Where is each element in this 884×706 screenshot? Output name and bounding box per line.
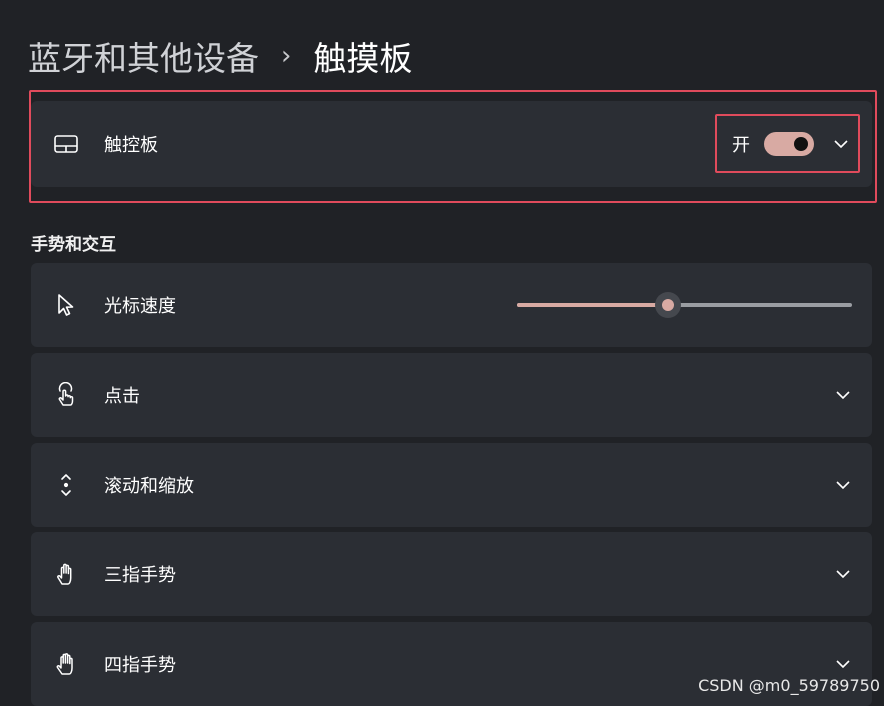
three-finger-label: 三指手势 xyxy=(104,565,176,586)
tap-card[interactable]: 点击 xyxy=(31,353,872,437)
cursor-speed-slider[interactable] xyxy=(517,292,852,318)
cursor-speed-label: 光标速度 xyxy=(104,296,176,317)
slider-fill xyxy=(517,303,668,307)
page-title: 触摸板 xyxy=(313,39,413,78)
touchpad-label: 触控板 xyxy=(104,135,158,156)
chevron-down-icon[interactable] xyxy=(834,476,852,494)
three-finger-icon xyxy=(53,561,79,587)
touchpad-icon xyxy=(53,131,79,157)
slider-thumb[interactable] xyxy=(654,292,681,318)
cursor-speed-card: 光标速度 xyxy=(31,263,872,347)
watermark: CSDN @m0_59789750 xyxy=(698,676,880,695)
chevron-down-icon[interactable] xyxy=(834,565,852,583)
highlight-box-toggle xyxy=(715,114,860,173)
breadcrumb-parent-link[interactable]: 蓝牙和其他设备 xyxy=(28,32,259,80)
tap-icon xyxy=(53,382,79,408)
three-finger-card[interactable]: 三指手势 xyxy=(31,532,872,616)
four-finger-label: 四指手势 xyxy=(104,655,176,676)
four-finger-icon xyxy=(53,651,79,677)
breadcrumb: 蓝牙和其他设备 › 触摸板 xyxy=(28,30,412,82)
scroll-zoom-card[interactable]: 滚动和缩放 xyxy=(31,443,872,527)
cursor-icon xyxy=(53,292,79,318)
section-title: 手势和交互 xyxy=(31,235,116,255)
scroll-zoom-label: 滚动和缩放 xyxy=(104,476,194,497)
breadcrumb-separator: › xyxy=(281,41,292,71)
tap-label: 点击 xyxy=(104,386,140,407)
chevron-down-icon[interactable] xyxy=(834,386,852,404)
chevron-down-icon[interactable] xyxy=(834,655,852,673)
scroll-icon xyxy=(53,472,79,498)
